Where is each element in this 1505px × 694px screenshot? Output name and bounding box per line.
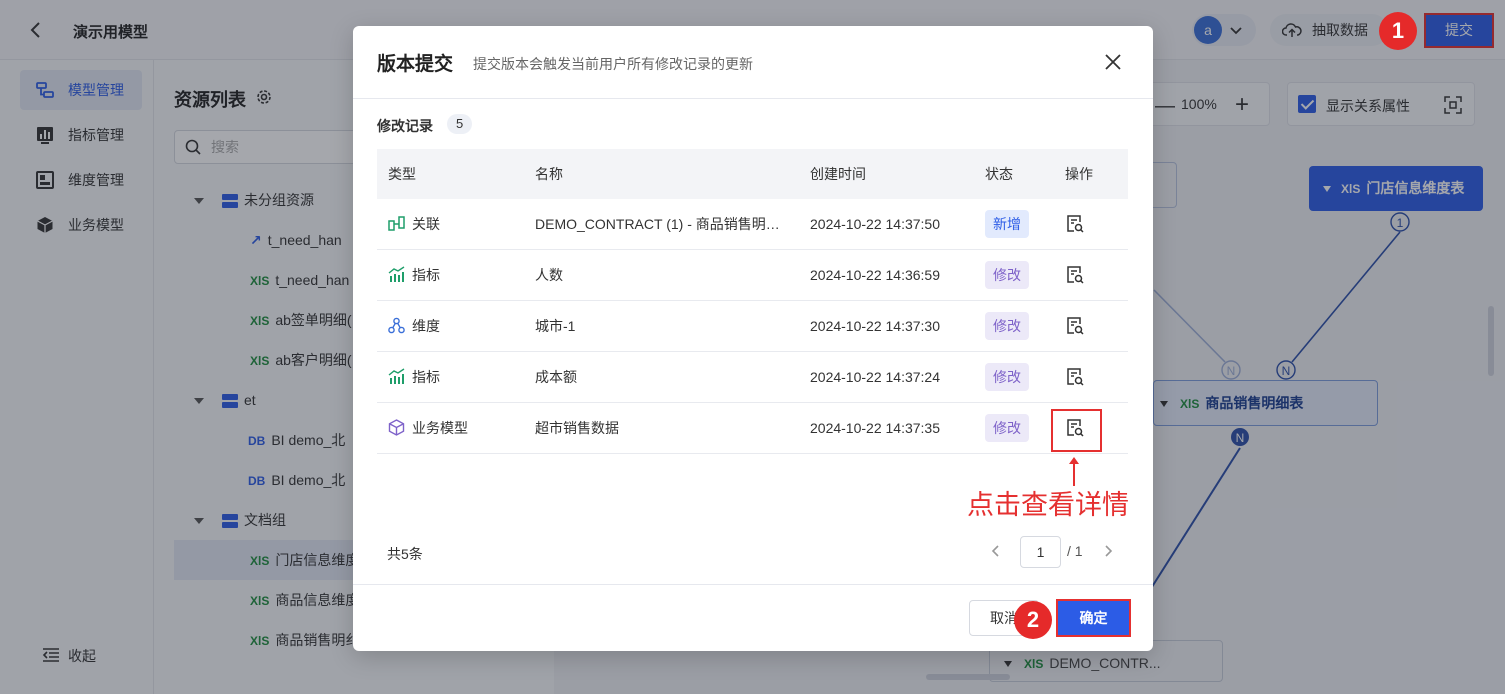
version-submit-dialog: 版本提交 提交版本会触发当前用户所有修改记录的更新 修改记录 5 类型 名称 创… xyxy=(353,26,1153,651)
table-row: 业务模型 超市销售数据 2024-10-22 14:37:35 修改 xyxy=(377,403,1128,454)
type-label: 指标 xyxy=(412,267,440,283)
name-cell: 超市销售数据 xyxy=(535,420,619,436)
annotation-hint: 点击查看详情 xyxy=(967,490,1129,520)
action-cell xyxy=(1065,301,1115,351)
status-cell: 修改 xyxy=(985,352,1055,402)
status-badge: 修改 xyxy=(985,261,1029,289)
type-cell: 关联 xyxy=(388,199,528,249)
status-badge: 修改 xyxy=(985,363,1029,391)
chevron-right-icon[interactable] xyxy=(1101,544,1115,558)
time-cell: 2024-10-22 14:37:24 xyxy=(810,369,940,385)
table-row: 维度 城市-1 2024-10-22 14:37:30 修改 xyxy=(377,301,1128,352)
status-cell: 修改 xyxy=(985,250,1055,300)
highlight-box xyxy=(1051,409,1102,452)
view-details-icon[interactable] xyxy=(1065,265,1085,285)
name-cell: 成本额 xyxy=(535,369,577,385)
column-header-type: 类型 xyxy=(388,166,416,182)
dialog-subtitle: 提交版本会触发当前用户所有修改记录的更新 xyxy=(473,56,753,72)
status-badge: 修改 xyxy=(985,414,1029,442)
action-cell xyxy=(1065,352,1115,402)
time-cell: 2024-10-22 14:37:35 xyxy=(810,420,940,436)
type-cell: 业务模型 xyxy=(388,403,528,453)
view-details-icon[interactable] xyxy=(1065,367,1085,387)
status-cell: 修改 xyxy=(985,301,1055,351)
dimension-icon xyxy=(388,317,405,334)
step-marker-1: 1 xyxy=(1379,12,1417,50)
column-header-action: 操作 xyxy=(1065,166,1093,182)
type-cell: 指标 xyxy=(388,250,528,300)
type-cell: 维度 xyxy=(388,301,528,351)
dialog-header: 版本提交 提交版本会触发当前用户所有修改记录的更新 xyxy=(353,26,1153,99)
status-cell: 新增 xyxy=(985,199,1055,249)
total-count: 共5条 xyxy=(387,546,423,562)
type-cell: 指标 xyxy=(388,352,528,402)
time-cell: 2024-10-22 14:37:50 xyxy=(810,216,940,232)
chevron-left-icon[interactable] xyxy=(989,544,1003,558)
status-cell: 修改 xyxy=(985,403,1055,453)
table-row: 指标 成本额 2024-10-22 14:37:24 修改 xyxy=(377,352,1128,403)
page-total: / 1 xyxy=(1067,543,1083,559)
column-header-time: 创建时间 xyxy=(810,166,866,182)
arrow-up-icon xyxy=(1069,457,1079,486)
records-count-badge: 5 xyxy=(447,114,473,134)
step-marker-2: 2 xyxy=(1014,601,1052,639)
name-cell: DEMO_CONTRACT (1) - 商品销售明细表 xyxy=(535,216,790,232)
type-label: 业务模型 xyxy=(412,420,468,436)
pagination: 1 / 1 xyxy=(983,534,1123,570)
records-table: 类型 名称 创建时间 状态 操作 关联 DEMO_CONTRACT (1) - … xyxy=(377,149,1128,454)
relation-icon xyxy=(388,216,405,231)
column-header-status: 状态 xyxy=(985,166,1013,182)
metric-icon xyxy=(388,266,405,282)
action-cell xyxy=(1065,199,1115,249)
name-cell: 人数 xyxy=(535,267,563,283)
table-header: 类型 名称 创建时间 状态 操作 xyxy=(377,149,1128,199)
records-label: 修改记录 xyxy=(377,118,433,134)
cube-icon xyxy=(388,419,405,436)
column-header-name: 名称 xyxy=(535,166,563,182)
type-label: 维度 xyxy=(412,318,440,334)
status-badge: 新增 xyxy=(985,210,1029,238)
dialog-title: 版本提交 xyxy=(377,54,454,75)
table-row: 指标 人数 2024-10-22 14:36:59 修改 xyxy=(377,250,1128,301)
confirm-button[interactable]: 确定 xyxy=(1056,599,1131,637)
status-badge: 修改 xyxy=(985,312,1029,340)
type-label: 指标 xyxy=(412,369,440,385)
view-details-icon[interactable] xyxy=(1065,316,1085,336)
table-row: 关联 DEMO_CONTRACT (1) - 商品销售明细表 2024-10-2… xyxy=(377,199,1128,250)
metric-icon xyxy=(388,368,405,384)
time-cell: 2024-10-22 14:37:30 xyxy=(810,318,940,334)
time-cell: 2024-10-22 14:36:59 xyxy=(810,267,940,283)
page-input[interactable]: 1 xyxy=(1020,536,1061,568)
type-label: 关联 xyxy=(412,216,440,232)
action-cell xyxy=(1065,250,1115,300)
name-cell: 城市-1 xyxy=(535,318,576,334)
close-icon[interactable] xyxy=(1103,52,1123,72)
view-details-icon[interactable] xyxy=(1065,214,1085,234)
